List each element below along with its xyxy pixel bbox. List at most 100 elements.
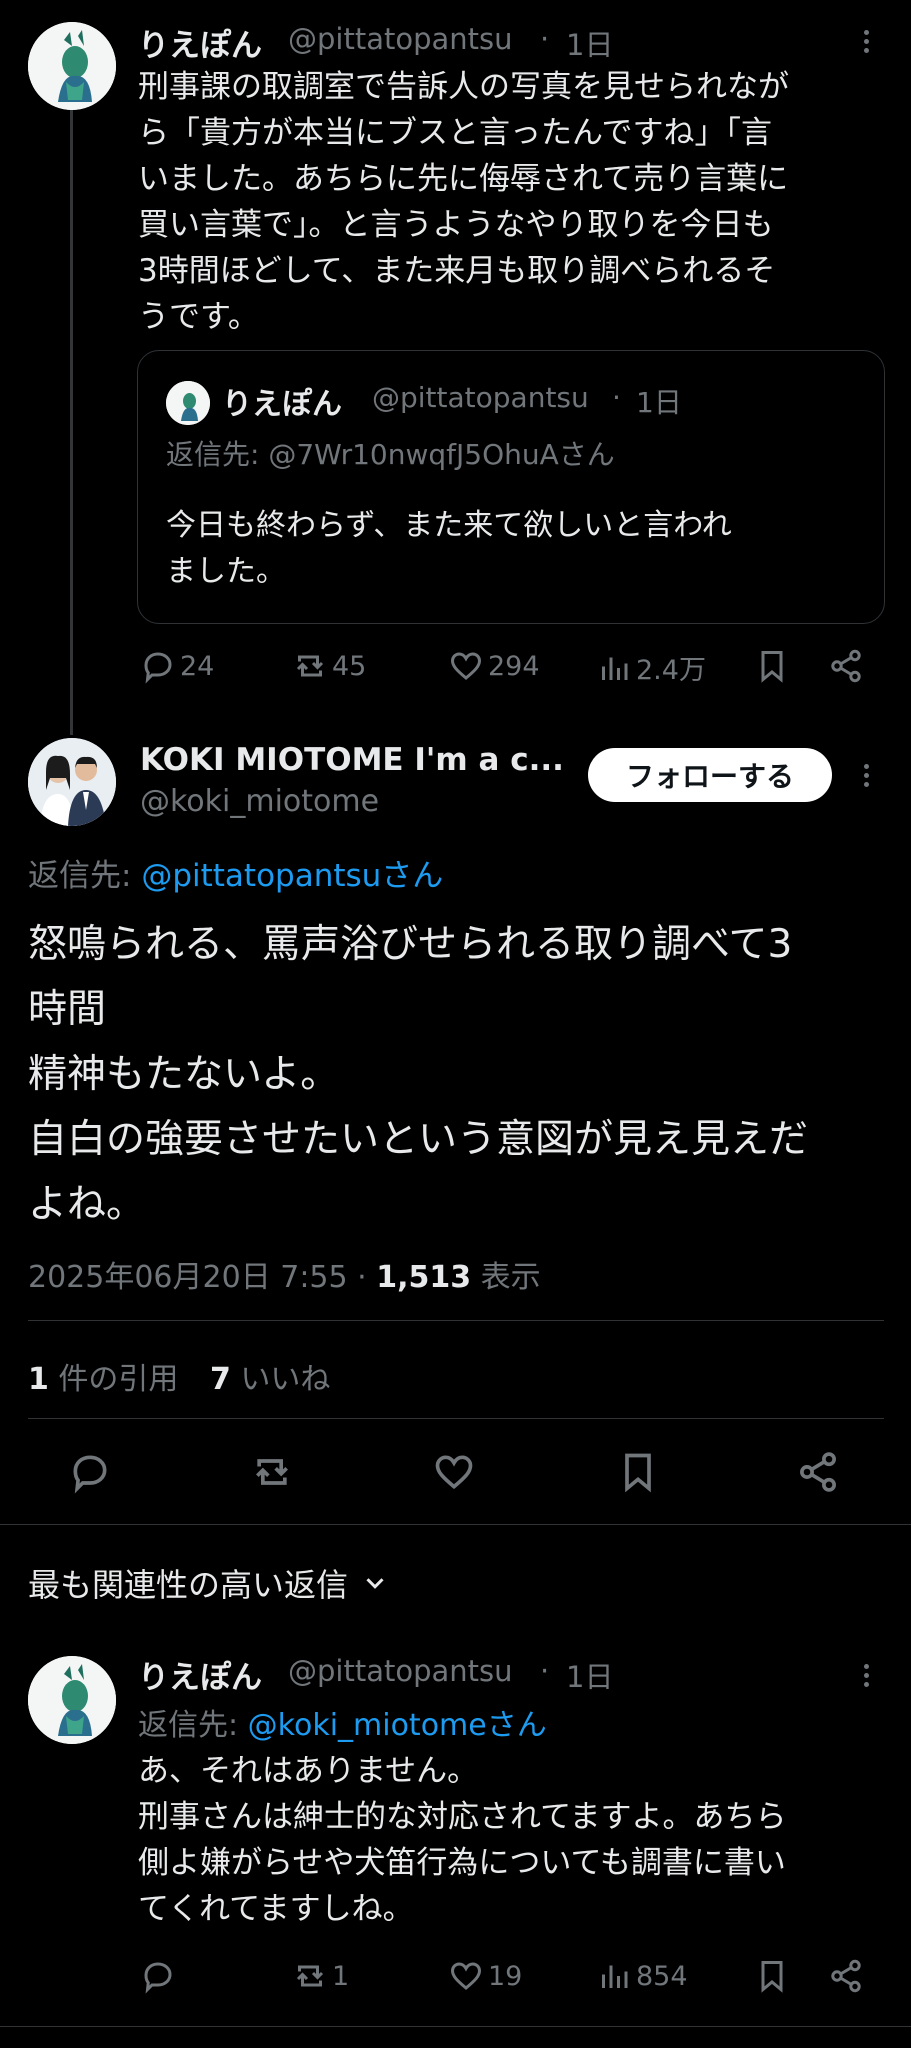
quotes-stat[interactable]: 1 件の引用 [28,1362,178,1397]
reply1-share-button[interactable] [828,1958,864,1994]
dot-separator: · [540,1654,550,1688]
sort-label: 最も関連性の高い返信 [28,1566,349,1604]
divider [0,2026,911,2027]
share-button[interactable] [828,648,864,684]
main-avatar[interactable] [28,738,116,826]
reply-sort-selector[interactable]: 最も関連性の高い返信 [28,1560,390,1606]
like-count: 19 [488,1960,523,1992]
main-text-line: よね。 [28,1182,146,1227]
likes-count: 7 [209,1362,231,1397]
bookmark-icon [625,1453,651,1493]
reply-text: あ、それはありません。 刑事さんは紳士的な対応されてますよ。あちら 側よ嫌がらせ… [138,1748,787,1932]
reply-to-link[interactable]: @pittatopantsuさん [141,858,443,894]
author-name[interactable]: りえぽん [138,20,262,65]
post-text-line: 買い言葉で」。と言うようなやり取りを今日も [138,207,774,243]
divider [28,1418,884,1419]
main-share-button[interactable] [796,1450,840,1494]
post-text-line: 3時間ほどして、また来月も取り調べられるそ [138,253,776,289]
share-icon [831,649,861,683]
views-count: 2.4万 [636,655,706,686]
thread-line [70,110,73,735]
quote-reply-to: 返信先: @7Wr10nwqfJ5OhuAさん [166,438,615,471]
avatar[interactable] [28,22,116,110]
main-avatar-image [28,738,116,826]
reply1-repost-button[interactable]: 1 [292,1958,349,1994]
main-post-text: 怒鳴られる、罵声浴びせられる取り調べて3 時間 精神もたないよ。 自白の強要させ… [28,912,808,1237]
divider [0,1524,911,1525]
repost-icon [256,1459,288,1485]
repost-icon [296,655,324,677]
main-text-line: 精神もたないよ。 [28,1052,340,1097]
bookmark-icon [761,651,783,683]
reply-prefix: 返信先: [28,858,142,894]
reply1-reply-button[interactable] [140,1958,176,1994]
reply-icon [144,1962,172,1994]
repost-count: 45 [332,650,367,682]
share-icon [831,1959,861,1993]
quote-author-name: りえぽん [222,387,342,422]
quote-avatar [166,381,210,425]
main-author-handle[interactable]: @koki_miotome [140,784,379,819]
views-button[interactable]: 2.4万 [596,648,706,687]
more-options-icon[interactable] [856,760,876,791]
post-text-line: 刑事課の取調室で告訴人の写真を見せられなが [138,69,789,105]
reply-to-link[interactable]: @koki_miotomeさん [248,1708,547,1743]
reply-count: 24 [180,650,215,682]
main-reply-button[interactable] [68,1450,112,1494]
share-icon [800,1452,836,1492]
heart-icon [435,1455,473,1490]
reply-icon [73,1455,107,1494]
main-text-line: 時間 [28,987,107,1032]
reply-author-handle[interactable]: @pittatopantsu [288,1654,513,1688]
follow-button[interactable]: フォローする [588,748,832,802]
quotes-label: 件の引用 [58,1362,179,1397]
post-text-line: いました。あちらに先に侮辱されて売り言葉に [138,161,789,197]
repost-button[interactable]: 45 [292,648,366,684]
post-timestamp[interactable]: 2025年06月20日 7:55 [28,1260,348,1295]
reply-text-line: 刑事さんは紳士的な対応されてますよ。あちら [138,1799,787,1835]
author-handle[interactable]: @pittatopantsu [288,22,513,56]
reply-author-name[interactable]: りえぽん [138,1652,262,1697]
main-repost-button[interactable] [250,1450,294,1494]
main-like-button[interactable] [432,1450,476,1494]
views-label: 表示 [480,1260,541,1295]
heart-icon [450,652,482,680]
chevron-down-icon [366,1578,384,1589]
engagement-stats: 1 件の引用 7 いいね [28,1354,330,1398]
likes-stat[interactable]: 7 いいね [210,1362,330,1397]
likes-label: いいね [240,1362,331,1397]
reply-time[interactable]: 1日 [566,1654,613,1696]
quote-avatar-image [166,381,210,425]
dot-separator: · [540,22,550,56]
main-text-line: 自白の強要させたいという意図が見え見えだ [28,1117,809,1162]
post-time[interactable]: 1日 [566,22,613,64]
more-options-icon[interactable] [856,1660,876,1691]
more-options-icon[interactable] [856,26,876,57]
reply1-bookmark-button[interactable] [754,1958,790,1994]
main-bookmark-button[interactable] [616,1450,660,1494]
post-text: 刑事課の取調室で告訴人の写真を見せられなが ら「貴方が本当にブスと言ったんですね… [138,64,789,340]
quoted-post[interactable]: りえぽん @pittatopantsu · 1日 返信先: @7Wr10nwqf… [137,350,885,624]
bookmark-button[interactable] [754,648,790,684]
reply1-like-button[interactable]: 19 [448,1958,522,1994]
quotes-count: 1 [28,1362,49,1397]
reply-button[interactable]: 24 [140,648,214,684]
reply-icon [144,652,172,684]
reply-text-line: 側よ嫌がらせや犬笛行為についても調書に書い [138,1845,786,1881]
post-meta: 2025年06月20日 7:55 · 1,513 表示 [28,1260,541,1295]
reply1-reply-line: 返信先: @koki_miotomeさん [138,1700,547,1744]
reply-avatar[interactable] [28,1656,116,1744]
repost-icon [296,1965,324,1987]
quote-text-line: 今日も終わらず、また来て欲しいと言われ [166,508,732,543]
reply-prefix: 返信先: [138,1708,248,1743]
reply1-views-button[interactable]: 854 [596,1958,688,1994]
heart-icon [450,1962,482,1990]
quote-author-handle: @pittatopantsu [372,381,589,414]
main-author-name[interactable]: KOKI MIOTOME I'm a c... [140,742,564,778]
repost-count: 1 [332,1960,350,1992]
quote-text-line: ました。 [166,554,286,589]
main-text-line: 怒鳴られる、罵声浴びせられる取り調べて3 [28,922,793,967]
bookmark-icon [761,1961,783,1993]
like-button[interactable]: 294 [448,648,540,684]
reply-text-line: あ、それはありません。 [138,1753,479,1789]
